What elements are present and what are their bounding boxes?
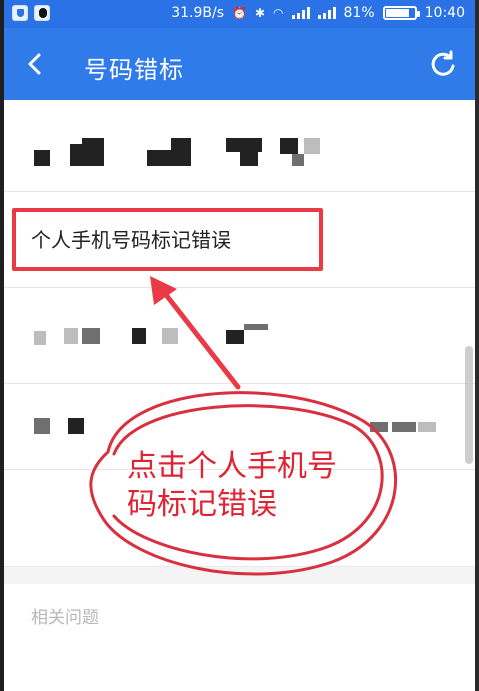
network-speed: 31.9B/s bbox=[171, 5, 225, 21]
battery-percent: 81% bbox=[343, 5, 375, 21]
status-left bbox=[12, 5, 50, 21]
chevron-left-icon bbox=[28, 53, 41, 75]
back-button[interactable] bbox=[18, 46, 54, 82]
section-divider bbox=[4, 566, 475, 584]
related-questions-label: 相关问题 bbox=[31, 608, 99, 628]
status-right: 31.9B/s ⏰ ✱ ◠ 81% 10:40 bbox=[171, 5, 465, 21]
highlight-box bbox=[12, 208, 323, 271]
list-item[interactable] bbox=[4, 100, 475, 192]
refresh-icon bbox=[431, 50, 455, 76]
shield-icon bbox=[12, 5, 28, 21]
callout-line-2: 码标记错误 bbox=[127, 487, 277, 522]
phone-screen: 31.9B/s ⏰ ✱ ◠ 81% 10:40 号码错标 个人手机号码标记错误 … bbox=[0, 0, 479, 691]
option-list: 个人手机号码标记错误 bbox=[4, 100, 475, 470]
refresh-button[interactable] bbox=[425, 46, 461, 82]
battery-icon bbox=[382, 6, 420, 20]
list-item[interactable] bbox=[4, 288, 475, 384]
signal-2-icon bbox=[317, 7, 336, 19]
annotation-callout: 点击个人手机号 码标记错误 bbox=[127, 448, 407, 524]
clock: 10:40 bbox=[424, 5, 465, 21]
scrollbar[interactable] bbox=[465, 346, 473, 464]
app-bar: 号码错标 bbox=[4, 28, 475, 100]
qq-icon bbox=[34, 5, 50, 21]
wifi-icon: ◠ bbox=[273, 6, 284, 20]
right-edge bbox=[475, 0, 479, 691]
callout-line-1: 点击个人手机号 bbox=[127, 449, 337, 484]
bluetooth-icon: ✱ bbox=[254, 6, 266, 20]
signal-icon bbox=[291, 7, 310, 19]
page-title: 号码错标 bbox=[84, 56, 184, 84]
status-bar: 31.9B/s ⏰ ✱ ◠ 81% 10:40 bbox=[4, 0, 475, 28]
alarm-icon: ⏰ bbox=[232, 6, 247, 20]
